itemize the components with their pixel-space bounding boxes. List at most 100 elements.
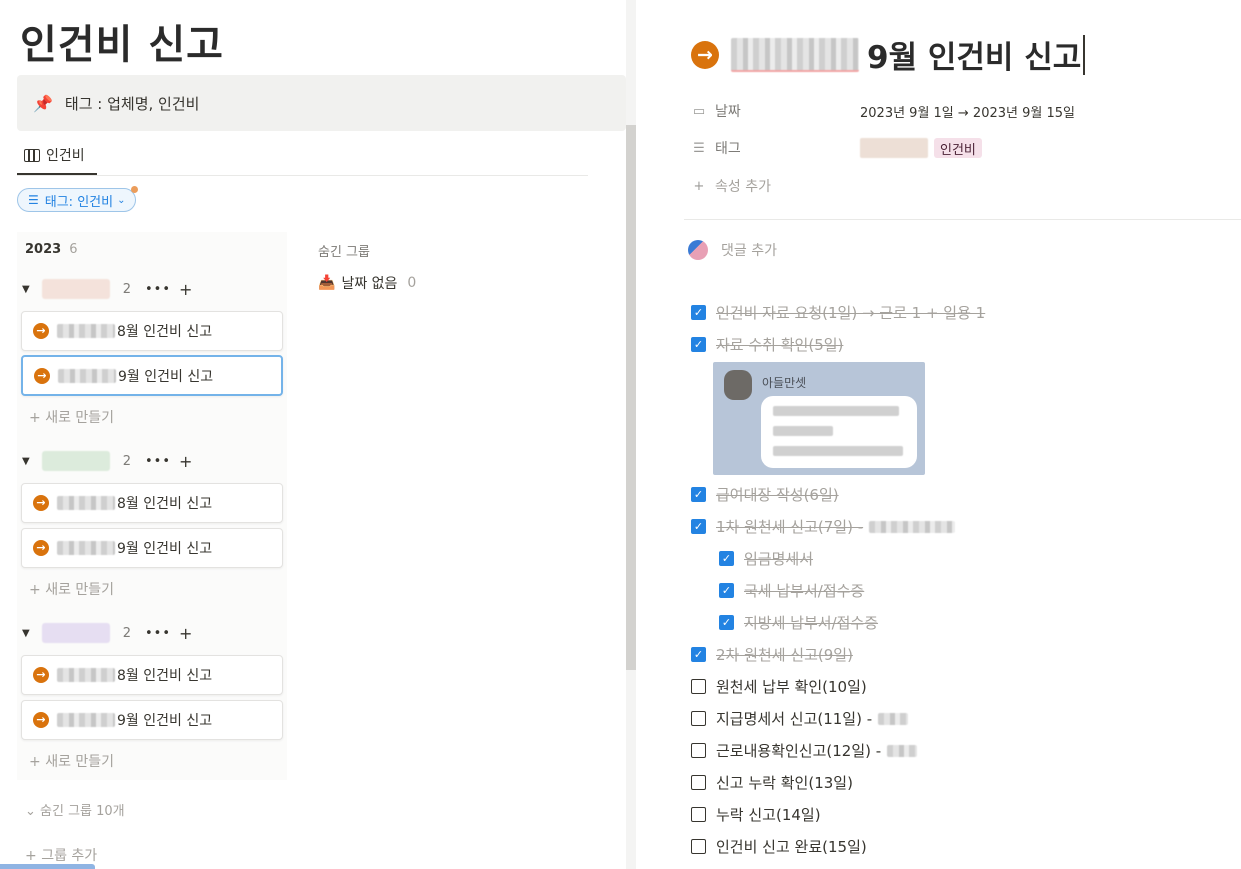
new-card-button[interactable]: + 새로 만들기 [29, 579, 114, 599]
board-card[interactable]: → 8월 인건비 신고 [21, 655, 283, 695]
checkbox-checked[interactable]: ✓ [691, 487, 706, 502]
board-card-selected[interactable]: → 9월 인건비 신고 [21, 355, 283, 396]
blurred-company [57, 324, 115, 338]
board-card[interactable]: → 8월 인건비 신고 [21, 483, 283, 523]
property-date[interactable]: ▭ 날짜 [691, 101, 741, 121]
checkbox-unchecked[interactable] [691, 775, 706, 790]
todo-text[interactable]: 원천세 납부 확인(10일) [716, 676, 867, 697]
todo-text[interactable]: 인건비 신고 완료(15일) [716, 836, 867, 857]
todo-text[interactable]: 신고 누락 확인(13일) [716, 772, 853, 793]
add-property-button[interactable]: + 속성 추가 [691, 176, 771, 196]
tab-board-view[interactable]: 인건비 [24, 145, 85, 165]
plus-icon[interactable]: + [179, 280, 192, 299]
callout-text[interactable]: 태그 : 업체명, 인건비 [65, 93, 200, 114]
horizontal-scrollbar[interactable] [0, 864, 95, 869]
chevron-down-icon: ⌄ [25, 804, 41, 819]
todo-item[interactable]: ✓ 급여대장 작성(6일) [691, 484, 839, 505]
todo-text[interactable]: 국세 납부서/접수증 [744, 580, 864, 601]
checkbox-checked[interactable]: ✓ [719, 615, 734, 630]
doc-title-text[interactable]: 9월 인건비 신고 [867, 32, 1081, 77]
vertical-scrollbar-thumb[interactable] [626, 125, 636, 670]
checkbox-checked[interactable]: ✓ [691, 519, 706, 534]
collapse-triangle-icon[interactable]: ▼ [22, 284, 30, 295]
todo-text[interactable]: 누락 신고(14일) [716, 804, 821, 825]
todo-item[interactable]: ✓ 1차 원천세 신고(7일) - [691, 516, 956, 537]
hidden-groups-label: 숨긴 그룹 [318, 245, 370, 260]
todo-subitem[interactable]: ✓ 지방세 납부서/접수증 [719, 612, 878, 633]
todo-item[interactable]: ✓ 자료 수취 확인(5일) [691, 334, 843, 355]
checkbox-checked[interactable]: ✓ [691, 647, 706, 662]
plus-icon[interactable]: + [179, 452, 192, 471]
collapse-triangle-icon[interactable]: ▼ [22, 456, 30, 467]
board-card[interactable]: → 9월 인건비 신고 [21, 528, 283, 568]
checkbox-unchecked[interactable] [691, 679, 706, 694]
more-icon[interactable]: ••• [145, 626, 171, 641]
plus-icon[interactable]: + [179, 624, 192, 643]
checkbox-checked[interactable]: ✓ [719, 583, 734, 598]
todo-text[interactable]: 근로내용확인신고(12일) - [716, 740, 881, 761]
divider [684, 219, 1241, 220]
checkbox-unchecked[interactable] [691, 743, 706, 758]
todo-item[interactable]: 근로내용확인신고(12일) - [691, 740, 918, 761]
no-date-group[interactable]: 📥 날짜 없음 0 [318, 273, 416, 293]
checkbox-checked[interactable]: ✓ [691, 305, 706, 320]
todo-subitem[interactable]: ✓ 국세 납부서/접수증 [719, 580, 864, 601]
todo-text[interactable]: 지방세 납부서/접수증 [744, 612, 878, 633]
todo-item[interactable]: 신고 누락 확인(13일) [691, 772, 853, 793]
todo-text[interactable]: 임금명세서 [744, 548, 813, 569]
blurred-company [57, 713, 115, 727]
board-card[interactable]: → 9월 인건비 신고 [21, 700, 283, 740]
todo-item[interactable]: ✓ 2차 원천세 신고(9일) [691, 644, 853, 665]
new-card-button[interactable]: + 새로 만들기 [29, 751, 114, 771]
tag-chip: 인건비 [934, 138, 982, 158]
more-icon[interactable]: ••• [145, 282, 171, 297]
new-card-label: 새로 만들기 [45, 582, 115, 598]
comment-input[interactable]: 댓글 추가 [688, 240, 777, 260]
board-card[interactable]: → 8월 인건비 신고 [21, 311, 283, 351]
doc-title[interactable]: → 9월 인건비 신고 [691, 32, 1086, 77]
add-group-button[interactable]: + 그룹 추가 [25, 845, 97, 865]
group-tag-blurred [41, 623, 110, 643]
group-header[interactable]: ▼ 2 ••• + [22, 451, 192, 471]
calendar-icon: ▭ [692, 103, 706, 119]
checkbox-unchecked[interactable] [691, 839, 706, 854]
todo-text[interactable]: 2차 원천세 신고(9일) [716, 644, 853, 665]
todo-text[interactable]: 지급명세서 신고(11일) - [716, 708, 872, 729]
todo-item[interactable]: 지급명세서 신고(11일) - [691, 708, 909, 729]
year-count: 6 [69, 242, 78, 257]
checkbox-unchecked[interactable] [691, 711, 706, 726]
new-card-button[interactable]: + 새로 만들기 [29, 407, 114, 427]
collapse-triangle-icon[interactable]: ▼ [22, 628, 30, 639]
checkbox-checked[interactable]: ✓ [691, 337, 706, 352]
plus-icon: + [29, 582, 46, 598]
checkbox-checked[interactable]: ✓ [719, 551, 734, 566]
hidden-groups-text: 숨긴 그룹 10개 [40, 804, 125, 819]
group-header[interactable]: ▼ 2 ••• + [22, 623, 192, 643]
chat-sender-name: 아들만셋 [762, 376, 807, 390]
todo-text[interactable]: 급여대장 작성(6일) [716, 484, 839, 505]
todo-text[interactable]: 1차 원천세 신고(7일) - [716, 516, 863, 537]
tag-values[interactable]: 인건비 [860, 138, 988, 158]
todo-item[interactable]: 누락 신고(14일) [691, 804, 821, 825]
todo-subitem[interactable]: ✓ 임금명세서 [719, 548, 813, 569]
todo-item[interactable]: 원천세 납부 확인(10일) [691, 676, 867, 697]
board-view-icon [24, 148, 40, 162]
property-tag[interactable]: ☰ 태그 [691, 138, 741, 158]
filter-active-dot [131, 186, 139, 193]
checkbox-unchecked[interactable] [691, 807, 706, 822]
date-value[interactable]: 2023년 9월 1일 → 2023년 9월 15일 [860, 102, 1075, 121]
tab-divider [17, 175, 588, 176]
plus-icon: + [25, 848, 42, 864]
todo-text[interactable]: 자료 수취 확인(5일) [716, 334, 843, 355]
no-date-label: 날짜 없음 [341, 276, 398, 292]
todo-item[interactable]: 인건비 신고 완료(15일) [691, 836, 867, 857]
todo-text[interactable]: 인건비 자료 요청(1일) → 근로 1 + 일용 1 [716, 302, 985, 323]
filter-chip[interactable]: ☰ 태그: 인건비 ⌄ [17, 186, 139, 212]
group-header[interactable]: ▼ 2 ••• + [22, 279, 192, 299]
blurred-company [57, 668, 115, 682]
hidden-groups-toggle[interactable]: ⌄ 숨긴 그룹 10개 [25, 800, 125, 819]
card-title: 8월 인건비 신고 [117, 496, 213, 512]
arrow-right-icon[interactable]: → [691, 40, 719, 69]
todo-item[interactable]: ✓ 인건비 자료 요청(1일) → 근로 1 + 일용 1 [691, 302, 985, 323]
more-icon[interactable]: ••• [145, 454, 171, 469]
